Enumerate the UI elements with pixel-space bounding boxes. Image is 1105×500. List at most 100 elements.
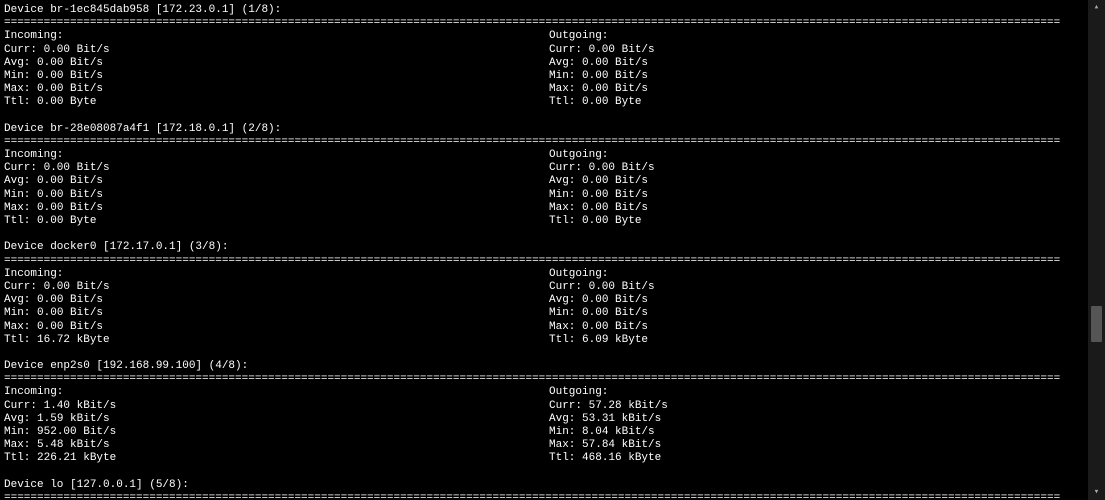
- stat-label: Ttl:: [549, 452, 582, 464]
- outgoing-stat: Max: 0.00 Bit/s: [549, 202, 648, 215]
- stat-value: 1.40 kBit/s: [44, 400, 117, 412]
- stat-value: 0.00 Byte: [582, 96, 641, 108]
- device-block: Device docker0 [172.17.0.1] (3/8):======…: [4, 241, 1084, 347]
- stat-value: 0.00 Bit/s: [37, 175, 103, 187]
- outgoing-stat: Curr: 0.00 Bit/s: [549, 44, 655, 57]
- incoming-stat: Ttl: 0.00 Byte: [4, 215, 549, 228]
- stat-label: Max:: [4, 202, 37, 214]
- incoming-stat: Avg: 0.00 Bit/s: [4, 175, 549, 188]
- stat-label: Min:: [4, 70, 37, 82]
- stat-value: 0.00 Bit/s: [37, 189, 103, 201]
- device-block: Device enp2s0 [192.168.99.100] (4/8):===…: [4, 360, 1084, 466]
- stat-label: Min:: [549, 426, 582, 438]
- incoming-stat: Min: 0.00 Bit/s: [4, 189, 549, 202]
- outgoing-stat: Avg: 0.00 Bit/s: [549, 175, 648, 188]
- incoming-stat: Ttl: 0.00 Byte: [4, 96, 549, 109]
- stat-value: 468.16 kByte: [582, 452, 661, 464]
- incoming-label: Incoming:: [4, 149, 549, 162]
- stat-label: Max:: [4, 321, 37, 333]
- stat-value: 952.00 Bit/s: [37, 426, 116, 438]
- incoming-stat: Max: 0.00 Bit/s: [4, 321, 549, 334]
- stat-value: 0.00 Bit/s: [37, 307, 103, 319]
- device-header: Device br-28e08087a4f1 [172.18.0.1] (2/8…: [4, 123, 1084, 136]
- outgoing-stat: Max: 0.00 Bit/s: [549, 83, 648, 96]
- stat-label: Max:: [549, 83, 582, 95]
- stat-label: Curr:: [549, 281, 589, 293]
- stat-label: Ttl:: [549, 96, 582, 108]
- stat-label: Avg:: [549, 413, 582, 425]
- stat-value: 1.59 kBit/s: [37, 413, 110, 425]
- stat-value: 226.21 kByte: [37, 452, 116, 464]
- scroll-down-icon[interactable]: ▾: [1091, 487, 1102, 498]
- scrollbar-track[interactable]: ▴ ▾: [1088, 0, 1105, 500]
- outgoing-label: Outgoing:: [549, 386, 608, 399]
- divider: ========================================…: [4, 373, 1084, 386]
- blank-line: [4, 347, 1084, 360]
- stat-label: Max:: [4, 439, 37, 451]
- incoming-stat: Curr: 1.40 kBit/s: [4, 400, 549, 413]
- stat-label: Min:: [4, 426, 37, 438]
- stat-label: Curr:: [549, 162, 589, 174]
- outgoing-stat: Ttl: 468.16 kByte: [549, 452, 661, 465]
- outgoing-stat: Ttl: 0.00 Byte: [549, 96, 641, 109]
- device-header: Device br-1ec845dab958 [172.23.0.1] (1/8…: [4, 4, 1084, 17]
- stat-label: Ttl:: [549, 215, 582, 227]
- stat-value: 0.00 Byte: [37, 96, 96, 108]
- stat-label: Ttl:: [549, 334, 582, 346]
- outgoing-stat: Max: 0.00 Bit/s: [549, 321, 648, 334]
- stat-value: 0.00 Bit/s: [582, 175, 648, 187]
- divider: ========================================…: [4, 17, 1084, 30]
- stat-value: 0.00 Bit/s: [582, 202, 648, 214]
- stat-value: 0.00 Bit/s: [37, 321, 103, 333]
- stat-label: Ttl:: [4, 215, 37, 227]
- stat-value: 0.00 Bit/s: [582, 70, 648, 82]
- stat-label: Min:: [549, 189, 582, 201]
- stat-label: Avg:: [4, 294, 37, 306]
- outgoing-label: Outgoing:: [549, 30, 608, 43]
- incoming-stat: Min: 0.00 Bit/s: [4, 307, 549, 320]
- incoming-stat: Max: 0.00 Bit/s: [4, 83, 549, 96]
- stat-label: Curr:: [4, 44, 44, 56]
- scroll-up-icon[interactable]: ▴: [1091, 2, 1102, 13]
- stat-value: 0.00 Bit/s: [44, 281, 110, 293]
- stat-label: Min:: [4, 307, 37, 319]
- incoming-stat: Avg: 0.00 Bit/s: [4, 294, 549, 307]
- stat-label: Ttl:: [4, 334, 37, 346]
- stat-label: Min:: [4, 189, 37, 201]
- blank-line: [4, 228, 1084, 241]
- incoming-stat: Curr: 0.00 Bit/s: [4, 44, 549, 57]
- incoming-label: Incoming:: [4, 386, 549, 399]
- outgoing-stat: Max: 57.84 kBit/s: [549, 439, 661, 452]
- stat-label: Curr:: [549, 44, 589, 56]
- stat-value: 0.00 Bit/s: [582, 189, 648, 201]
- outgoing-stat: Min: 8.04 kBit/s: [549, 426, 655, 439]
- divider: ========================================…: [4, 255, 1084, 268]
- stat-value: 0.00 Bit/s: [37, 83, 103, 95]
- device-block: Device br-28e08087a4f1 [172.18.0.1] (2/8…: [4, 123, 1084, 229]
- stat-value: 0.00 Byte: [37, 215, 96, 227]
- stat-value: 8.04 kBit/s: [582, 426, 655, 438]
- incoming-stat: Curr: 0.00 Bit/s: [4, 281, 549, 294]
- stat-label: Avg:: [549, 57, 582, 69]
- stat-value: 5.48 kBit/s: [37, 439, 110, 451]
- stat-value: 0.00 Bit/s: [37, 294, 103, 306]
- outgoing-stat: Avg: 0.00 Bit/s: [549, 294, 648, 307]
- terminal-output: Device br-1ec845dab958 [172.23.0.1] (1/8…: [0, 0, 1088, 500]
- stat-value: 0.00 Bit/s: [582, 83, 648, 95]
- stat-label: Curr:: [4, 281, 44, 293]
- stat-label: Curr:: [549, 400, 589, 412]
- scrollbar-thumb[interactable]: [1091, 306, 1102, 342]
- incoming-stat: Avg: 0.00 Bit/s: [4, 57, 549, 70]
- device-header: Device enp2s0 [192.168.99.100] (4/8):: [4, 360, 1084, 373]
- outgoing-stat: Ttl: 6.09 kByte: [549, 334, 648, 347]
- stat-label: Avg:: [4, 413, 37, 425]
- stat-label: Avg:: [549, 294, 582, 306]
- outgoing-stat: Curr: 0.00 Bit/s: [549, 162, 655, 175]
- stat-label: Avg:: [549, 175, 582, 187]
- stat-label: Curr:: [4, 400, 44, 412]
- stat-label: Avg:: [4, 57, 37, 69]
- stat-value: 53.31 kBit/s: [582, 413, 661, 425]
- outgoing-stat: Min: 0.00 Bit/s: [549, 189, 648, 202]
- stat-value: 0.00 Bit/s: [589, 162, 655, 174]
- incoming-stat: Min: 0.00 Bit/s: [4, 70, 549, 83]
